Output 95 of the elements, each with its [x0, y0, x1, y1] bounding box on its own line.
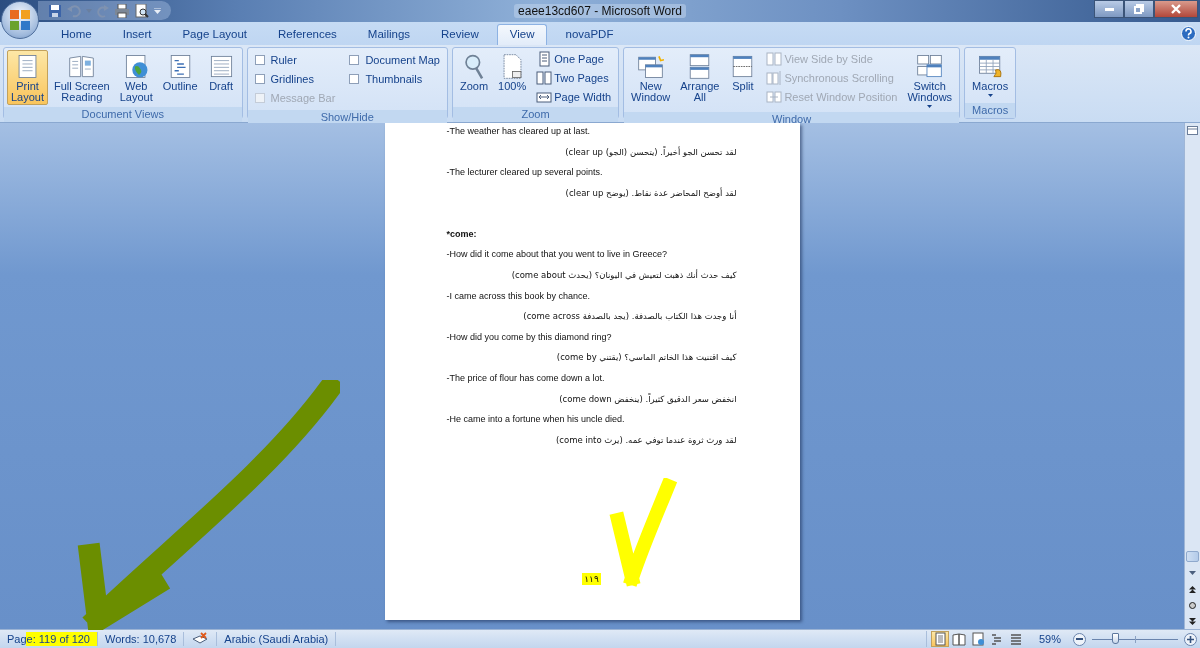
window-reset-icon	[766, 88, 783, 105]
minus-icon	[1076, 638, 1083, 640]
ribbon-tab[interactable]: References	[265, 23, 350, 45]
paragraph-text: -How did you come by this diamond ring?	[446, 330, 613, 344]
scrollbar-thumb[interactable]	[1186, 551, 1199, 563]
checkbox-option[interactable]: Thumbnails	[349, 70, 440, 87]
paragraph-text: أنا وجدت هذا الكتاب بالصدفة. (يجد بالصدفة come across)	[522, 309, 737, 324]
ribbon-button[interactable]: Macros	[968, 49, 1013, 99]
ribbon-tab[interactable]: Review	[428, 23, 492, 45]
dropdown-arrow-icon	[927, 104, 933, 108]
circle-icon	[1189, 601, 1196, 609]
ribbon-button[interactable]: Two Pages	[536, 69, 612, 86]
ribbon-button[interactable]: Page Width	[536, 88, 612, 105]
lines-icon	[1008, 632, 1023, 646]
restore-button[interactable]	[1124, 0, 1154, 18]
ribbon-button[interactable]: Web Layout	[115, 49, 157, 105]
ribbon-button[interactable]: Print Layout	[7, 49, 49, 105]
office-button[interactable]	[1, 1, 39, 39]
paragraph-text: -The price of flour has come down a lot.	[446, 372, 606, 386]
ribbon-tab[interactable]: View	[496, 23, 548, 45]
print-preview-icon[interactable]	[135, 3, 149, 18]
group-label: Zoom	[452, 106, 619, 122]
paragraph-text: لقد أوضح المحاضر عدة نقاط. (يوضح clear up)	[564, 186, 737, 200]
minimize-button[interactable]	[1094, 0, 1124, 18]
checkbox[interactable]	[349, 54, 360, 65]
checkbox-option[interactable]: Document Map	[349, 51, 440, 68]
ribbon-tab[interactable]: Page Layout	[169, 23, 261, 45]
ribbon-button[interactable]: Outline	[158, 49, 202, 94]
zoom-in-button[interactable]	[1184, 632, 1197, 646]
ribbon-tab[interactable]: Mailings	[354, 23, 424, 45]
double-up-arrow-icon	[1189, 585, 1196, 593]
printer-icon[interactable]	[114, 3, 130, 18]
paragraph-text: كيف حدث أنك ذهبت لتعيش في اليونان؟ (يحدث come about)	[510, 268, 737, 283]
zoom-level[interactable]: 59%	[1028, 633, 1073, 645]
ribbon-button[interactable]: Split	[725, 49, 761, 94]
ribbon-button[interactable]: One Page	[536, 50, 612, 67]
window-title: eaee13cd607 - Microsoft Word	[514, 4, 686, 18]
paragraph-text: انخفض سعر الدقيق كثيراً. (ينخفض come down)	[558, 392, 737, 406]
paragraph-text: -I came across this book by chance.	[446, 289, 592, 303]
save-icon[interactable]	[48, 3, 62, 18]
minimize-icon	[1104, 7, 1114, 11]
ribbon-button[interactable]: New Window	[627, 49, 675, 105]
office-logo-icon	[9, 9, 31, 31]
paragraph-text: -How did it come about that you went to live in Greece?	[446, 248, 669, 262]
view-button[interactable]	[930, 631, 949, 647]
paragraph-text: لقد تحسن الجو أخيراً. (يتحسن (الجو) clear up)	[564, 145, 737, 159]
print-layout-icon	[932, 632, 947, 646]
open-book-icon	[951, 632, 966, 646]
paragraph-text: لقد ورث ثروة عندما توفي عمه. (يرث come into)	[554, 433, 737, 447]
language-label[interactable]: Arabic (Saudi Arabia)	[217, 632, 337, 646]
zoom-slider-thumb[interactable]	[1111, 632, 1119, 644]
ribbon-button[interactable]: Arrange All	[676, 49, 724, 105]
group-label: Document Views	[4, 106, 242, 122]
outline-list-icon	[989, 632, 1004, 646]
plus-icon	[1187, 635, 1194, 643]
ribbon-tab[interactable]: Home	[48, 23, 105, 45]
globe-page-icon	[970, 632, 985, 646]
customize-arrow-icon[interactable]	[154, 7, 161, 14]
checkbox[interactable]	[254, 54, 265, 65]
close-button[interactable]	[1154, 0, 1198, 18]
ruler-icon	[1187, 126, 1198, 136]
help-icon[interactable]	[1181, 25, 1196, 41]
double-down-arrow-icon	[1189, 617, 1196, 625]
checkbox-option[interactable]: Gridlines	[254, 70, 336, 87]
paragraph-text: -He came into a fortune when his uncle died.	[446, 413, 626, 427]
restore-icon	[1134, 4, 1144, 14]
paragraph-text: -The lecturer cleared up several points.	[446, 166, 604, 180]
ribbon-button[interactable]: Switch Windows	[903, 49, 957, 110]
windows-icon	[916, 52, 944, 80]
ribbon-button[interactable]: Full Screen Reading	[50, 49, 114, 105]
group-label: Macros	[965, 102, 1016, 118]
ribbon-button[interactable]: Draft	[203, 49, 239, 94]
ribbon-tab[interactable]: novaPDF	[552, 23, 627, 45]
checkbox-option[interactable]: Ruler	[254, 51, 336, 68]
paragraph-text: كيف اقتنيت هذا الخاتم الماسي؟ (يقتني come by)	[555, 351, 737, 365]
zoom-out-button[interactable]	[1073, 632, 1086, 646]
scroll-sync-icon	[766, 69, 783, 86]
view-button[interactable]	[949, 631, 968, 647]
single-page-icon	[536, 50, 553, 67]
ribbon-button[interactable]: 100%	[494, 49, 531, 94]
book-error-icon[interactable]	[192, 632, 209, 646]
ribbon-tab[interactable]: Insert	[109, 23, 165, 45]
page-number: ١١٩	[582, 572, 601, 585]
ribbon-button[interactable]: Zoom	[455, 49, 493, 94]
two-pages-icon	[536, 69, 553, 86]
word-count[interactable]: Words: 10,678	[98, 632, 185, 646]
paragraph-text: -The weather has cleared up at last.	[446, 124, 592, 138]
dropdown-arrow-icon	[987, 93, 993, 97]
close-icon	[1171, 4, 1181, 14]
side-by-side-icon	[766, 50, 783, 67]
checkbox[interactable]	[254, 73, 265, 84]
heading-text: *come:	[446, 227, 478, 241]
down-arrow-icon	[1189, 571, 1196, 576]
vertical-scrollbar[interactable]	[1184, 122, 1200, 630]
checkbox[interactable]	[349, 73, 360, 84]
